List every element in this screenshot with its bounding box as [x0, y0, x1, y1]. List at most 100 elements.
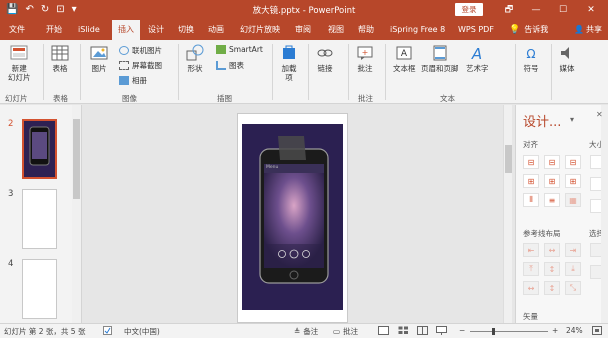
customize-qat-icon[interactable]: ▾ — [72, 3, 77, 17]
tab-animations[interactable]: 动画 — [208, 20, 224, 40]
tab-slideshow[interactable]: 幻灯片放映 — [240, 20, 280, 40]
tab-review[interactable]: 审阅 — [295, 20, 311, 40]
new-slide-button[interactable]: 新建 幻灯片 — [8, 44, 31, 82]
scroll-thumb[interactable] — [505, 145, 512, 173]
vector-section-label: 矢量 — [523, 312, 538, 321]
undo-icon[interactable]: ↶ — [25, 3, 33, 17]
group-separator — [43, 44, 44, 100]
guide-left-icon[interactable]: ⇤ — [523, 243, 539, 257]
align-right-icon[interactable]: ⊟ — [565, 155, 581, 169]
redo-icon[interactable]: ↻ — [41, 3, 49, 17]
reading-view-icon[interactable] — [417, 326, 428, 335]
tab-home[interactable]: 开始 — [46, 20, 62, 40]
wordart-button[interactable]: A 艺术字 — [466, 44, 489, 73]
comment-button[interactable]: + 批注 — [356, 44, 374, 73]
align-bottom-icon[interactable]: ⊞ — [565, 174, 581, 188]
maximize-button[interactable]: ☐ — [554, 2, 572, 18]
guide-fill-height-icon[interactable]: ↕ — [544, 281, 560, 295]
tab-ispring[interactable]: iSpring Free 8 — [390, 20, 445, 40]
guides-button-grid: ⇤ ↔ ⇥ ⤒ ↕ ⤓ ↔ ↕ ⤡ — [523, 243, 581, 295]
slide-number: 3 — [8, 189, 14, 199]
scroll-thumb[interactable] — [73, 119, 80, 199]
chart-button[interactable]: 图表 — [216, 60, 244, 71]
guide-bottom-icon[interactable]: ⤓ — [565, 262, 581, 276]
slideshow-icon[interactable] — [436, 326, 447, 335]
start-from-beginning-icon[interactable]: ⊡ — [56, 3, 64, 17]
zoom-in-button[interactable]: + — [552, 326, 558, 335]
smartart-button[interactable]: SmartArt — [216, 45, 263, 54]
guide-fill-all-icon[interactable]: ⤡ — [565, 281, 581, 295]
zoom-level[interactable]: 24% — [566, 326, 583, 335]
comment-icon: + — [356, 44, 374, 62]
media-button[interactable]: 媒体 — [558, 44, 576, 73]
smartart-label: SmartArt — [229, 45, 263, 54]
align-left-icon[interactable]: ⊟ — [523, 155, 539, 169]
guide-fill-width-icon[interactable]: ↔ — [523, 281, 539, 295]
svg-text:A: A — [401, 49, 408, 59]
align-center-icon[interactable]: ⊟ — [544, 155, 560, 169]
tab-islide[interactable]: iSlide — [78, 20, 100, 40]
comments-button[interactable]: ▭ 批注 — [333, 326, 358, 337]
slide-thumbnail-selected[interactable] — [22, 119, 57, 179]
task-pane-close-icon[interactable]: ✕ — [596, 110, 603, 119]
tab-wps-pdf[interactable]: WPS PDF — [458, 20, 494, 40]
album-label: 相册 — [132, 76, 147, 85]
symbol-button[interactable]: Ω 符号 — [522, 44, 540, 73]
tab-view[interactable]: 视图 — [328, 20, 344, 40]
link-button[interactable]: 链接 — [316, 44, 334, 73]
save-icon[interactable]: 💾 — [6, 3, 18, 17]
slide[interactable]: Menu — [237, 113, 348, 323]
album-button[interactable]: 相册 — [119, 75, 147, 86]
close-button[interactable]: ✕ — [582, 2, 600, 18]
language-status[interactable]: 中文(中国) — [124, 326, 160, 337]
fit-slide-icon[interactable] — [592, 326, 602, 335]
tab-file[interactable]: 文件 — [9, 20, 25, 40]
tab-design[interactable]: 设计 — [148, 20, 164, 40]
slide-sorter-icon[interactable] — [398, 326, 409, 335]
thumbnail-scrollbar[interactable] — [72, 105, 81, 323]
guide-top-icon[interactable]: ⤒ — [523, 262, 539, 276]
slide-thumbnail[interactable] — [22, 189, 57, 249]
tab-insert[interactable]: 插入 — [112, 20, 140, 41]
spellcheck-icon[interactable] — [103, 326, 112, 335]
normal-view-icon[interactable] — [378, 326, 389, 335]
screenshot-button[interactable]: 屏幕截图 — [119, 60, 162, 71]
share-button[interactable]: 👤 共享 — [574, 20, 602, 40]
ribbon-display-options-icon[interactable]: 🗗 — [500, 2, 518, 18]
textbox-button[interactable]: A 文本框 — [393, 44, 416, 73]
tab-help[interactable]: 帮助 — [358, 20, 374, 40]
minimize-button[interactable]: — — [527, 2, 545, 18]
distribute-vertical-icon[interactable]: ≡ — [544, 193, 560, 207]
align-middle-icon[interactable]: ⊞ — [544, 174, 560, 188]
distribute-horizontal-icon[interactable]: ⫴ — [523, 193, 539, 207]
login-button[interactable]: 登录 — [455, 3, 483, 16]
tell-me-box[interactable]: 💡 告诉我 — [509, 20, 548, 40]
shapes-button[interactable]: 形状 — [186, 44, 204, 73]
screenshot-icon — [119, 61, 129, 70]
guide-center-icon[interactable]: ↔ — [544, 243, 560, 257]
zoom-slider-thumb[interactable] — [492, 328, 495, 335]
task-pane-scrollbar[interactable] — [601, 105, 608, 323]
header-footer-button[interactable]: 页眉和页脚 — [421, 44, 459, 73]
group-label-images: 图像 — [122, 94, 137, 103]
tab-transitions[interactable]: 切换 — [178, 20, 194, 40]
canvas-scrollbar[interactable] — [503, 105, 512, 323]
zoom-out-button[interactable]: − — [459, 326, 465, 335]
slide-thumbnail[interactable] — [22, 259, 57, 319]
guide-middle-icon[interactable]: ↕ — [544, 262, 560, 276]
align-top-icon[interactable]: ⊞ — [523, 174, 539, 188]
group-separator — [515, 44, 516, 100]
zoom-slider-track[interactable] — [470, 328, 548, 335]
addins-button[interactable]: 加载 项 — [280, 44, 298, 82]
comment-label: 批注 — [357, 64, 373, 73]
svg-text:+: + — [362, 48, 369, 57]
ribbon-tabs: 文件 开始 iSlide 插入 设计 切换 动画 幻灯片放映 审阅 视图 帮助 … — [0, 20, 608, 41]
pane-options-icon[interactable]: ▾ — [570, 115, 574, 124]
online-picture-button[interactable]: 联机图片 — [119, 45, 162, 56]
notes-button[interactable]: ≜ 备注 — [294, 326, 318, 337]
grid-align-icon[interactable]: ▦ — [565, 193, 581, 207]
picture-button[interactable]: 图片 — [90, 44, 108, 73]
table-button[interactable]: 表格 — [51, 44, 69, 73]
guide-right-icon[interactable]: ⇥ — [565, 243, 581, 257]
phone-mockup-image[interactable] — [242, 124, 343, 310]
